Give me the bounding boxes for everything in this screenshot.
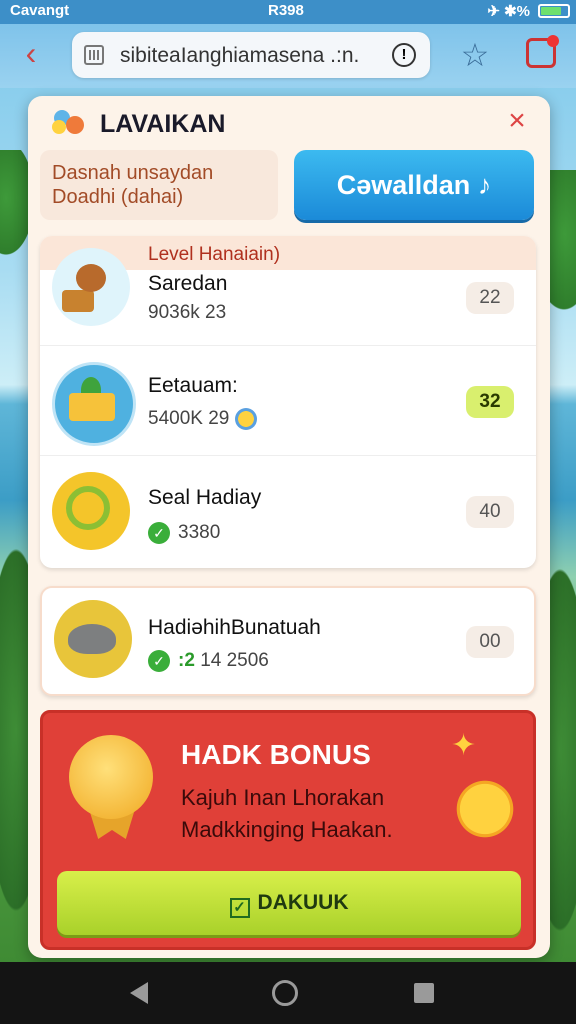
list-item[interactable]: Seal Hadiay ✓ 3380 40 [40,458,536,568]
item-badge: 22 [466,282,514,314]
smiley-medal-icon [69,735,153,819]
nav-back-icon[interactable] [130,982,148,1004]
coin-icon [235,408,258,430]
seal-icon [68,624,116,654]
check-icon: ✓ [148,522,170,544]
extensions-icon[interactable] [526,35,559,68]
dialog-title: LAVAIKAN [100,110,226,138]
item-badge: 00 [466,626,514,658]
site-settings-icon[interactable] [84,45,104,65]
nav-home-icon[interactable] [272,980,298,1006]
description-line-2: Doadhi (dahai) [52,186,184,208]
back-button[interactable]: ‹ [14,37,48,72]
spiral-icon [66,486,110,530]
address-bar[interactable]: sibiteaIanghiamasena .:n. ! [72,32,430,78]
nav-recents-icon[interactable] [414,983,434,1003]
bookmark-star-icon[interactable]: ☆ [458,38,492,72]
drum-icon [62,290,94,312]
clock: R398 [268,2,304,19]
sun-icon [453,777,517,841]
claim-button-label: DAKUUK [257,891,349,914]
crown-avatar [52,362,136,446]
item-meta-text: 5400K 29 [148,408,230,430]
item-name: HadiəhihBunatuah [148,616,321,639]
item-name: Seal Hadiay [148,486,262,509]
list-item[interactable]: HadiəhihBunatuah ✓ :2 14 2506 00 [40,586,536,696]
bonus-panel: HADK BONUS Kajuh Inan Lhorakan Madkkingi… [40,710,536,950]
carrier-name: Cavangt [10,2,70,19]
bear-icon [76,264,106,292]
crown-icon [69,393,115,421]
sparkle-icon: ✦ [451,729,477,762]
item-meta: 5400K 29 [148,408,258,430]
list-item[interactable]: Eetauam: 5400K 29 32 [40,346,536,456]
battery-icon [538,4,570,18]
bonus-text-line-1: Kajuh Inan Lhorakan [181,785,385,810]
check-icon: ✓ [148,650,170,672]
status-icons: ✈ ✱% [487,3,530,20]
dialog-header: LAVAIKAN × [28,96,550,152]
primary-action-button[interactable]: Cəwalldan ♪ [294,150,534,220]
level-list: Level Hanaiain) Saredan 9036k 23 22 Eeta… [40,236,536,568]
item-meta: ✓ :2 14 2506 [148,650,269,672]
seal-avatar [54,600,132,678]
item-meta: 9036k 23 [148,302,227,323]
item-badge: 40 [466,496,514,528]
url-text[interactable]: sibiteaIanghiamasena .:n. [120,44,359,68]
description-line-1: Dasnah unsaydan [52,162,214,184]
rewards-dialog: LAVAIKAN × Dasnah unsaydan Doadhi (dahai… [28,96,550,958]
status-bar: Cavangt R398 ✈ ✱% [0,0,576,24]
close-button[interactable]: × [502,106,532,136]
item-name: Eetauam: [148,374,238,397]
item-meta-text: 3380 [178,522,221,544]
item-meta: ✓ 3380 [148,522,220,544]
claim-button[interactable]: ✓ DAKUUK [57,871,521,935]
item-name: Saredan [148,272,228,295]
item-badge: 32 [466,386,514,418]
bonus-text-line-2: Madkkinging Haakan. [181,817,393,842]
browser-toolbar: ‹ sibiteaIanghiamasena .:n. ! ☆ [0,24,576,88]
divider [40,455,536,456]
item-meta-highlight: :2 [178,650,195,672]
item-meta-text: 14 2506 [200,650,269,672]
info-icon[interactable]: ! [392,43,416,67]
app-logo-icon [50,106,86,138]
list-item[interactable]: Saredan 9036k 23 22 [40,236,536,346]
description-box: Dasnah unsaydan Doadhi (dahai) [40,150,278,220]
palm-tree-left [0,150,30,270]
bear-avatar [52,248,130,326]
checkbox-icon: ✓ [229,898,250,918]
system-nav-bar [0,962,576,1024]
bonus-title: HADK BONUS [181,739,371,770]
spiral-avatar [52,472,130,550]
